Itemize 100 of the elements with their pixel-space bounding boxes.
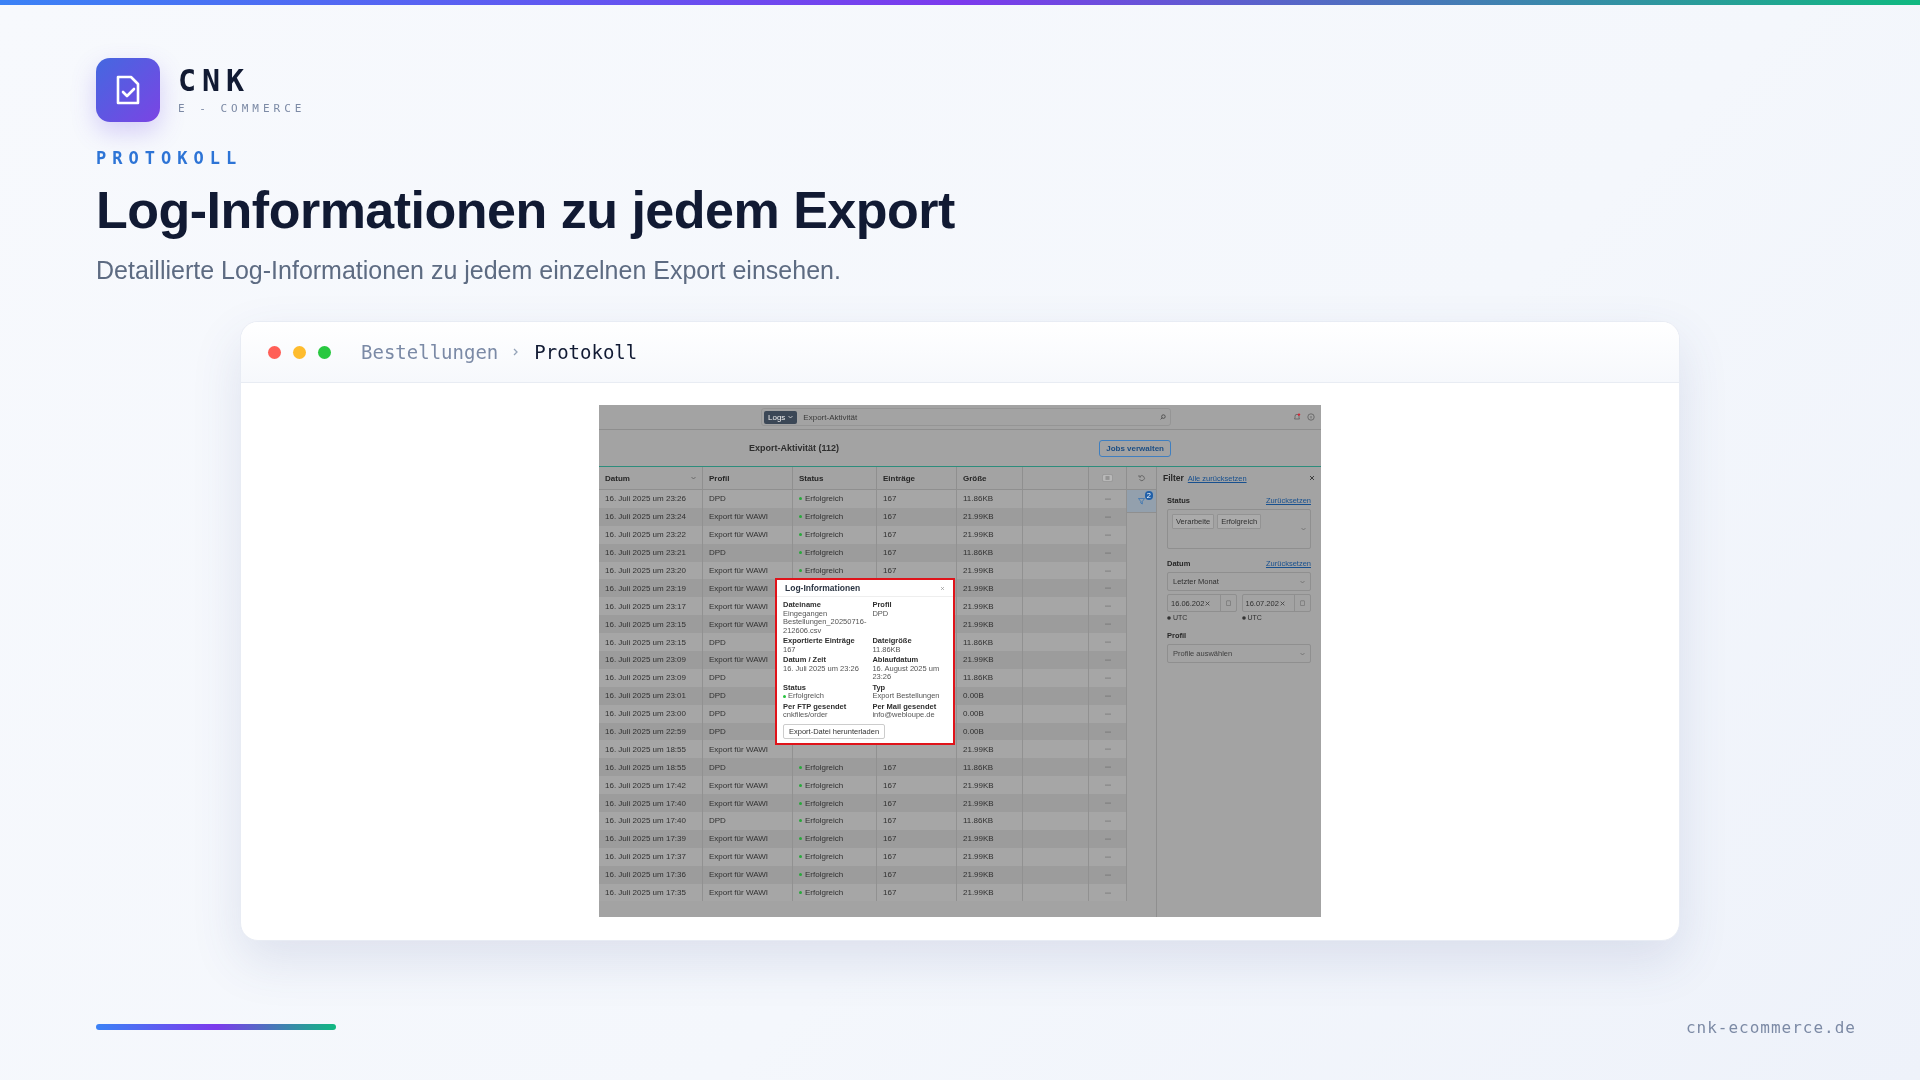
- size-cell: 21.99KB: [963, 798, 994, 808]
- date-cell: 16. Juli 2025 um 17:36: [599, 865, 703, 884]
- status-dot-icon: [799, 783, 802, 787]
- entries-cell: 167: [883, 762, 897, 772]
- size-cell: 21.99KB: [963, 583, 994, 593]
- size-cell: 21.99KB: [963, 601, 994, 611]
- globe-icon: [1167, 615, 1171, 620]
- column-header[interactable]: Profil: [703, 467, 793, 489]
- entries-cell: 167: [883, 852, 897, 862]
- search-field[interactable]: Logs Export-Aktivität: [761, 408, 1171, 426]
- calendar-icon[interactable]: [1300, 600, 1305, 606]
- status-cell: Erfolgreich: [805, 852, 844, 862]
- profile-cell: Export für WAWI: [703, 829, 793, 848]
- status-cell: Erfolgreich: [805, 512, 844, 522]
- column-header[interactable]: Einträge: [877, 467, 957, 489]
- entries-cell: 167: [883, 566, 897, 575]
- date-cell: 16. Juli 2025 um 17:39: [599, 829, 703, 848]
- profile-cell: Export für WAWI: [703, 883, 793, 902]
- caret-icon: [788, 415, 794, 419]
- entries-cell: 167: [883, 494, 897, 504]
- date-cell: 16. Juli 2025 um 23:09: [599, 668, 703, 687]
- status-dot-icon: [799, 819, 802, 823]
- date-cell: 16. Juli 2025 um 23:21: [599, 543, 703, 562]
- size-cell: 0.00B: [963, 709, 984, 719]
- column-menu-icon[interactable]: [1102, 474, 1113, 482]
- maximize-dot-icon: [318, 345, 331, 359]
- help-icon[interactable]: [1307, 413, 1315, 421]
- status-dot-icon: [799, 497, 802, 501]
- profile-cell: DPD: [703, 490, 793, 508]
- status-dot-icon: [799, 801, 802, 805]
- size-cell: 21.99KB: [963, 566, 994, 575]
- status-dot-icon: [799, 515, 802, 519]
- status-cell: Erfolgreich: [805, 870, 844, 880]
- status-dot-icon: [783, 694, 786, 698]
- status-dot-icon: [799, 569, 802, 572]
- size-cell: 11.86KB: [963, 494, 994, 504]
- globe-icon: [1241, 615, 1246, 620]
- breadcrumb-item[interactable]: Bestellungen: [361, 341, 499, 363]
- status-cell: Erfolgreich: [805, 548, 844, 558]
- logo-icon: [96, 58, 160, 122]
- status-dot-icon: [799, 765, 802, 769]
- close-icon[interactable]: [940, 585, 945, 591]
- size-cell: 21.99KB: [963, 619, 994, 629]
- headline: Log-Informationen zu jedem Export: [96, 180, 956, 240]
- page-title: Export-Aktivität (112): [749, 443, 840, 453]
- size-cell: 11.86KB: [963, 637, 994, 647]
- status-cell: Erfolgreich: [805, 834, 844, 844]
- refresh-icon[interactable]: [1137, 474, 1146, 482]
- size-cell: 11.86KB: [963, 762, 994, 772]
- status-cell: Erfolgreich: [805, 762, 844, 772]
- size-cell: 11.86KB: [963, 673, 994, 683]
- manage-jobs-button[interactable]: Jobs verwalten: [1099, 439, 1171, 457]
- calendar-icon[interactable]: [1225, 600, 1231, 606]
- date-cell: 16. Juli 2025 um 23:26: [599, 490, 703, 508]
- brand-name: CNK: [178, 65, 252, 96]
- status-dot-icon: [799, 873, 802, 877]
- status-dot-icon: [799, 533, 802, 537]
- clear-icon[interactable]: [1279, 600, 1285, 606]
- bell-icon[interactable]: [1293, 413, 1301, 421]
- column-header[interactable]: Datum: [599, 467, 703, 489]
- size-cell: 21.99KB: [963, 530, 994, 540]
- date-cell: 16. Juli 2025 um 17:37: [599, 847, 703, 866]
- brand-tagline: E - COMMERCE: [178, 101, 306, 115]
- date-cell: 16. Juli 2025 um 17:35: [599, 883, 703, 902]
- search-icon[interactable]: [1160, 414, 1166, 420]
- section-label: PROTOKOLL: [96, 148, 244, 168]
- website-url: cnk-ecommerce.de: [1685, 1018, 1856, 1037]
- size-cell: 0.00B: [963, 727, 984, 736]
- breadcrumb-item[interactable]: Protokoll: [534, 341, 638, 363]
- logs-dropdown[interactable]: Logs: [764, 410, 798, 424]
- size-cell: 21.99KB: [963, 655, 994, 665]
- entries-cell: 167: [883, 888, 897, 898]
- clear-icon[interactable]: [1205, 600, 1211, 606]
- date-cell: 16. Juli 2025 um 23:22: [599, 525, 703, 544]
- date-cell: 16. Juli 2025 um 23:00: [599, 704, 703, 723]
- status-cell: Erfolgreich: [805, 494, 844, 504]
- status-cell: Erfolgreich: [805, 780, 844, 790]
- size-cell: 21.99KB: [963, 870, 994, 880]
- close-icon[interactable]: [1309, 475, 1315, 481]
- entries-cell: 167: [883, 548, 897, 558]
- minimize-dot-icon: [293, 345, 306, 359]
- column-header[interactable]: Größe: [957, 467, 1023, 489]
- caret-icon: [1300, 579, 1305, 584]
- entries-cell: 167: [883, 870, 897, 880]
- date-cell: 16. Juli 2025 um 23:09: [599, 651, 703, 669]
- profile-cell: Export für WAWI: [703, 525, 793, 544]
- close-dot-icon: [268, 345, 281, 359]
- profile-cell: Export für WAWI: [703, 847, 793, 866]
- entries-cell: 167: [883, 798, 897, 808]
- status-cell: Erfolgreich: [805, 816, 844, 826]
- filter-icon: [1137, 497, 1146, 505]
- caret-icon: [1300, 651, 1305, 656]
- entries-cell: 167: [883, 512, 897, 522]
- entries-cell: 167: [883, 530, 897, 540]
- status-cell: Erfolgreich: [805, 530, 844, 540]
- size-cell: 21.99KB: [963, 780, 994, 790]
- size-cell: 21.99KB: [963, 512, 994, 522]
- profile-cell: Export für WAWI: [703, 507, 793, 526]
- column-header[interactable]: Status: [793, 467, 877, 489]
- status-dot-icon: [799, 837, 802, 841]
